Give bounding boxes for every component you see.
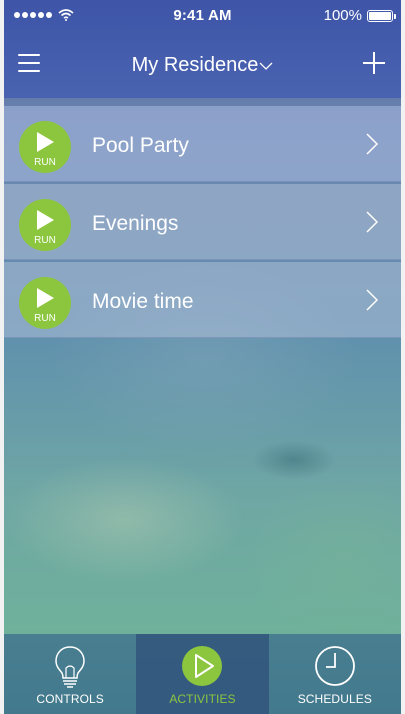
- run-button[interactable]: RUN: [19, 199, 71, 251]
- play-icon: [37, 132, 54, 152]
- tab-label: ACTIVITIES: [169, 692, 236, 706]
- chevron-right-icon: [366, 211, 379, 233]
- tab-label: CONTROLS: [36, 692, 104, 706]
- battery-percent: 100%: [323, 7, 362, 24]
- status-bar: 9:41 AM 100%: [4, 0, 401, 32]
- clock-icon: [314, 646, 355, 686]
- run-button[interactable]: RUN: [19, 277, 71, 329]
- chevron-right-icon: [366, 133, 379, 155]
- residence-selector[interactable]: My Residence: [74, 54, 331, 77]
- play-icon: [37, 288, 54, 308]
- play-circle-icon: [182, 646, 223, 686]
- app-screen: 9:41 AM 100% My Residence RUN Pool Party…: [0, 0, 405, 714]
- activity-list: RUN Pool Party RUN Evenings RUN Movie ti…: [4, 106, 401, 340]
- run-label: RUN: [34, 313, 56, 324]
- activity-row-pool-party[interactable]: RUN Pool Party: [4, 106, 401, 182]
- hamburger-menu-icon[interactable]: [18, 54, 40, 72]
- activity-row-movie-time[interactable]: RUN Movie time: [4, 262, 401, 338]
- tab-schedules[interactable]: SCHEDULES: [269, 634, 401, 714]
- lightbulb-icon: [55, 646, 85, 688]
- battery-status: 100%: [323, 7, 396, 24]
- play-icon: [37, 210, 54, 230]
- run-button[interactable]: RUN: [19, 121, 71, 173]
- tab-activities[interactable]: ACTIVITIES: [136, 634, 269, 714]
- tab-bar: CONTROLS ACTIVITIES SCHEDULES: [4, 634, 401, 714]
- activity-label: Evenings: [92, 212, 179, 235]
- activity-row-evenings[interactable]: RUN Evenings: [4, 184, 401, 260]
- run-label: RUN: [34, 157, 56, 168]
- nav-bar: My Residence: [4, 38, 401, 94]
- page-title: My Residence: [131, 54, 259, 76]
- activity-label: Pool Party: [92, 134, 189, 157]
- run-label: RUN: [34, 235, 56, 246]
- header: 9:41 AM 100% My Residence: [4, 0, 401, 98]
- tab-label: SCHEDULES: [297, 692, 372, 706]
- battery-icon: [367, 9, 396, 22]
- activity-label: Movie time: [92, 290, 194, 313]
- tab-controls[interactable]: CONTROLS: [4, 634, 136, 714]
- chevron-right-icon: [366, 289, 379, 311]
- plus-icon[interactable]: [361, 50, 387, 76]
- chevron-down-icon: [259, 62, 273, 70]
